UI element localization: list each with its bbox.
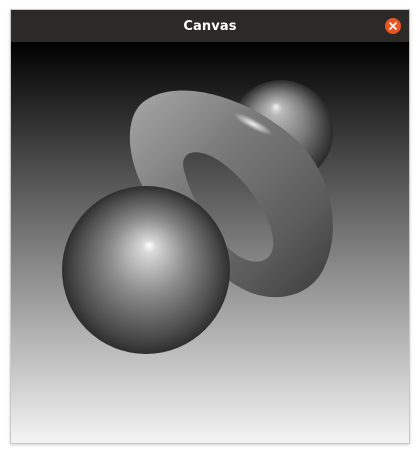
close-icon <box>389 22 397 30</box>
front-sphere <box>62 186 230 354</box>
render-canvas[interactable] <box>11 42 409 443</box>
canvas-window: Canvas <box>10 9 410 444</box>
close-button[interactable] <box>385 18 401 34</box>
title-bar[interactable]: Canvas <box>11 10 409 42</box>
window-title: Canvas <box>183 18 237 34</box>
rendered-scene <box>11 42 409 443</box>
